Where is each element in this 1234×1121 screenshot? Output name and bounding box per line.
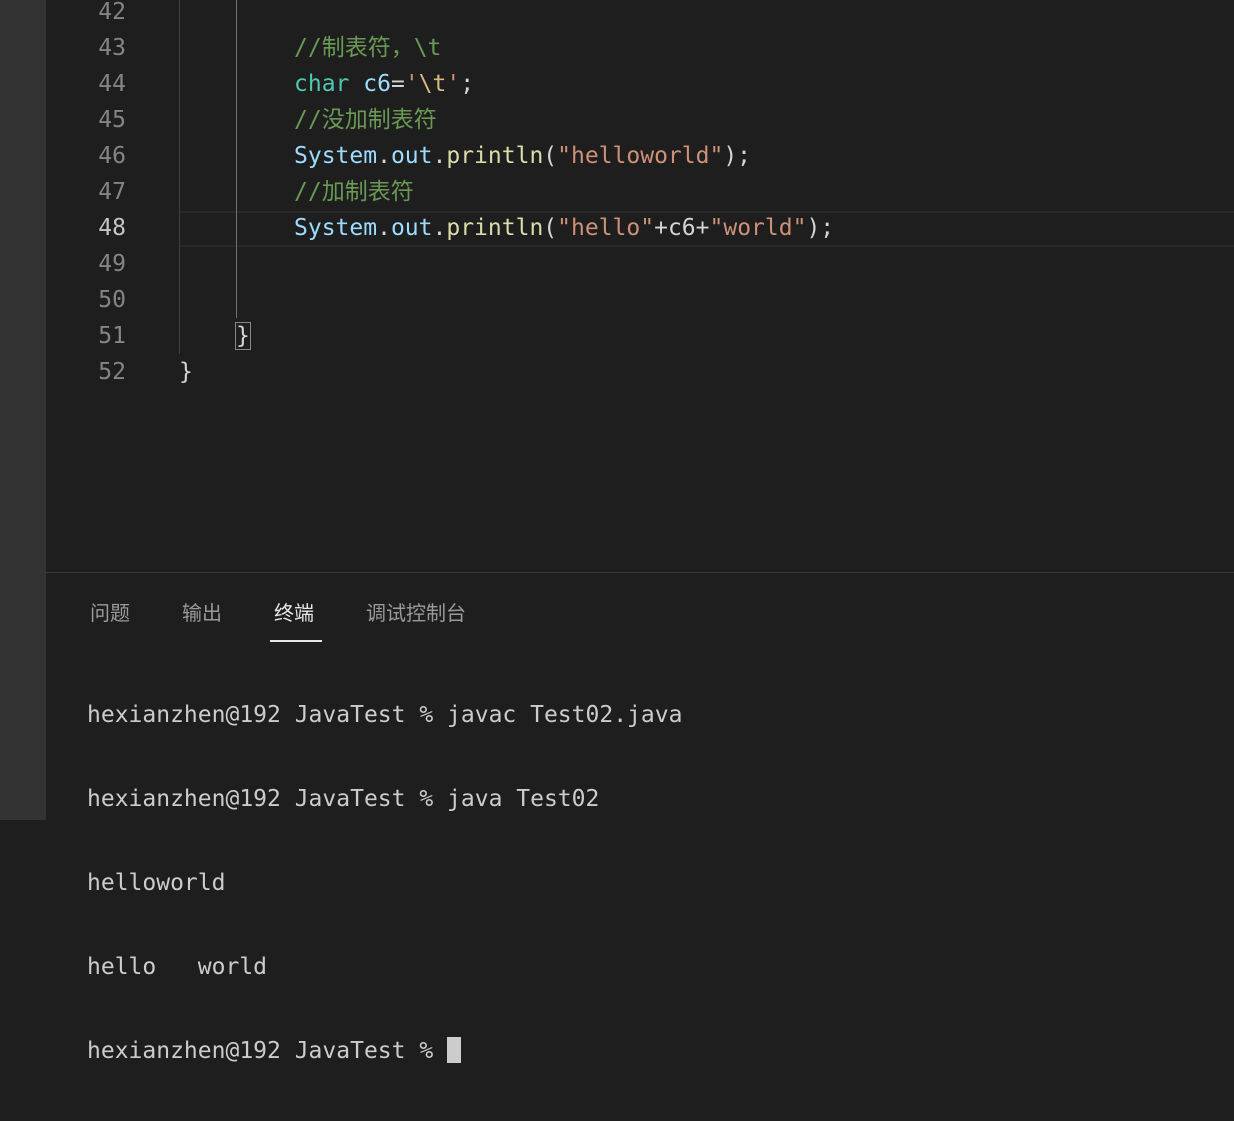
code-punctuation: ( [543, 215, 558, 241]
tab-debug-console[interactable]: 调试控制台 [366, 597, 466, 626]
code-punctuation: ); [806, 215, 835, 241]
line-number: 50 [98, 287, 126, 313]
code-punctuation: . [432, 143, 447, 169]
code-punctuation: ( [543, 143, 558, 169]
code-comment: //制表符，\t [294, 35, 442, 61]
line-number: 52 [98, 359, 126, 385]
code-punctuation: . [377, 215, 391, 241]
line-number: 43 [98, 35, 126, 61]
terminal-line: hello world [87, 954, 268, 980]
code-punctuation: . [432, 215, 447, 241]
code-operator: + [654, 215, 668, 241]
bottom-panel: 问题 输出 终端 调试控制台 hexianzhen@192 JavaTest %… [46, 572, 1234, 1064]
code-variable: c6 [667, 215, 696, 241]
panel-tabs: 问题 输出 终端 调试控制台 [46, 573, 1234, 643]
code-line-43[interactable]: //制表符，\t [294, 30, 441, 66]
line-number: 47 [98, 179, 126, 205]
code-method: println [446, 215, 544, 241]
code-line-44[interactable]: char c6='\t'; [294, 66, 474, 102]
code-comment: //加制表符 [294, 179, 414, 205]
closing-brace: } [179, 359, 193, 385]
code-class: System [294, 143, 378, 169]
code-operator: + [695, 215, 710, 241]
code-punctuation: ; [460, 71, 475, 97]
line-number: 45 [98, 107, 126, 133]
tab-problems[interactable]: 问题 [90, 597, 130, 626]
code-field: out [390, 215, 433, 241]
line-number-active: 48 [98, 215, 126, 241]
code-comment: //没加制表符 [294, 107, 437, 133]
code-punctuation: . [377, 143, 391, 169]
code-line-45[interactable]: //没加制表符 [294, 102, 437, 138]
terminal-prompt: hexianzhen@192 JavaTest % [87, 1038, 448, 1064]
code-line-52[interactable]: } [179, 354, 193, 390]
tab-output[interactable]: 输出 [182, 597, 222, 626]
line-number: 46 [98, 143, 126, 169]
indent-guide-active [236, 0, 237, 318]
code-line-46[interactable]: System.out.println("helloworld"); [294, 138, 751, 174]
line-number: 51 [98, 323, 126, 349]
code-string: "hello" [557, 215, 655, 241]
indent-guide [179, 0, 180, 354]
code-quote: ' [446, 71, 461, 97]
line-number: 49 [98, 251, 126, 277]
activity-bar-strip [0, 0, 46, 820]
terminal-line: helloworld [87, 870, 226, 896]
code-line-51[interactable]: } [235, 318, 251, 354]
code-operator: = [390, 71, 405, 97]
code-class: System [294, 215, 378, 241]
code-line-48[interactable]: System.out.println("hello"+c6+"world"); [294, 210, 834, 246]
code-editor[interactable]: 42 43 44 45 46 47 48 49 50 51 52 //制表符，\… [46, 0, 1234, 572]
line-number: 44 [98, 71, 126, 97]
code-method: println [446, 143, 544, 169]
code-field: out [390, 143, 433, 169]
terminal-output[interactable]: hexianzhen@192 JavaTest % javac Test02.j… [87, 645, 682, 1121]
terminal-line: hexianzhen@192 JavaTest % java Test02 [87, 786, 600, 812]
terminal-line: hexianzhen@192 JavaTest % javac Test02.j… [87, 702, 683, 728]
terminal-cursor [447, 1037, 462, 1063]
code-string: "helloworld" [557, 143, 724, 169]
code-escape: \t [418, 71, 447, 97]
code-variable: c6 [363, 71, 391, 97]
code-string: "world" [709, 215, 807, 241]
line-number: 42 [98, 0, 126, 25]
code-punctuation: ); [723, 143, 752, 169]
matched-bracket: } [235, 322, 251, 350]
code-keyword: char [294, 71, 350, 97]
code-quote: ' [404, 71, 419, 97]
terminal-prompt-line[interactable]: hexianzhen@192 JavaTest % [87, 1037, 682, 1065]
tab-terminal[interactable]: 终端 [274, 597, 314, 626]
code-line-47[interactable]: //加制表符 [294, 174, 414, 210]
active-tab-indicator [270, 640, 322, 642]
